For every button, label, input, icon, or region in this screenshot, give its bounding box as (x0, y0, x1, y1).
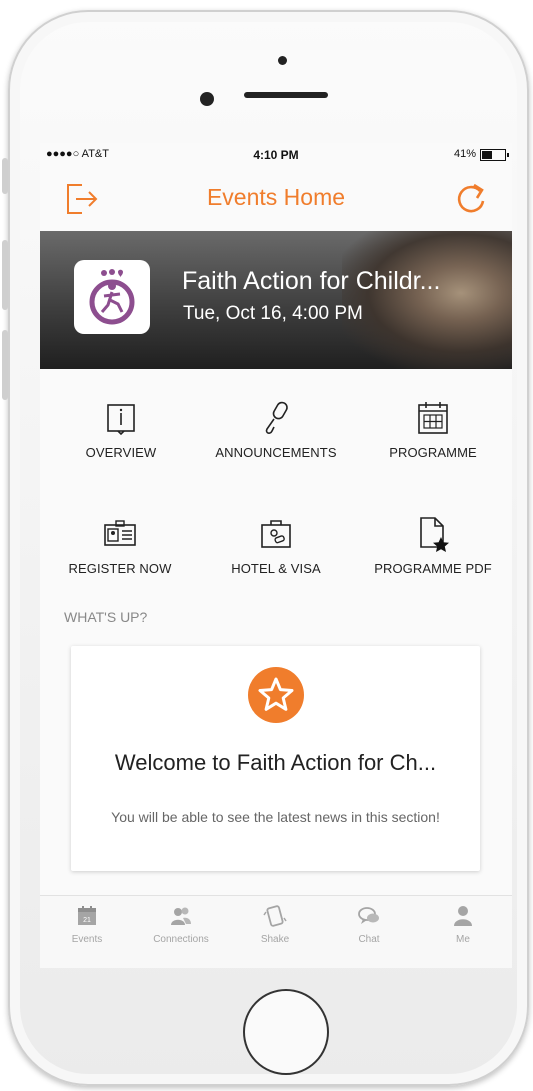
news-card-title: Welcome to Faith Action for Ch... (114, 750, 437, 775)
menu-programme-pdf[interactable]: PROGRAMME PDF (358, 515, 508, 576)
tab-events[interactable]: 21 Events (40, 904, 134, 945)
tab-connections-label: Connections (153, 934, 209, 945)
battery-icon (480, 149, 509, 161)
tab-shake-label: Shake (260, 934, 290, 945)
menu-programme-label: PROGRAMME (389, 445, 477, 460)
menu-hotel-visa[interactable]: HOTEL & VISA (218, 515, 334, 576)
menu-hotel-visa-label: HOTEL & VISA (231, 561, 321, 576)
menu-register-now[interactable]: REGISTER NOW (56, 515, 184, 576)
pdf-star-icon (420, 517, 449, 552)
clock: 4:10 PM (253, 148, 299, 162)
refresh-icon[interactable] (450, 179, 490, 219)
person-icon (454, 906, 472, 926)
tab-me-label: Me (456, 934, 470, 945)
front-camera (200, 92, 214, 106)
shake-icon (263, 905, 287, 927)
chat-icon (358, 907, 379, 924)
volume-down-button (2, 330, 8, 400)
tab-chat-label: Chat (358, 934, 380, 945)
menu-programme[interactable]: PROGRAMME (378, 399, 488, 460)
menu-register-now-label: REGISTER NOW (68, 561, 172, 576)
id-card-icon (104, 520, 136, 546)
svg-text:21: 21 (83, 917, 91, 924)
tab-chat[interactable]: Chat (322, 904, 416, 945)
menu-overview[interactable]: OVERVIEW (78, 399, 164, 460)
event-date: Tue, Oct 16, 4:00 PM (183, 303, 363, 324)
page-title: Events Home (206, 184, 346, 210)
nav-bar: Events Home (40, 167, 512, 229)
whatsup-heading: WHAT'S UP? (64, 609, 148, 625)
microphone-icon (265, 401, 288, 434)
menu-announcements-label: ANNOUNCEMENTS (215, 445, 337, 460)
event-banner[interactable]: Faith Action for Childr... Tue, Oct 16, … (40, 231, 512, 369)
mute-switch (2, 158, 8, 194)
news-card-body: You will be able to see the latest news … (111, 809, 440, 825)
tab-me[interactable]: Me (416, 904, 510, 945)
battery-fill (482, 151, 492, 159)
tab-bar: 21 Events Connections Shake Chat Me (40, 895, 512, 968)
calendar-icon: 21 (78, 906, 96, 925)
sensor-dot (278, 56, 287, 65)
banner-photo (342, 231, 512, 369)
star-icon (248, 667, 304, 723)
tab-connections[interactable]: Connections (134, 904, 228, 945)
passport-icon (261, 520, 291, 548)
battery-percent: 41% (453, 148, 476, 160)
calendar-icon (418, 402, 448, 434)
event-title: Faith Action for Childr... (182, 267, 441, 295)
home-button[interactable] (243, 989, 329, 1075)
menu-overview-label: OVERVIEW (85, 445, 157, 460)
tab-events-label: Events (71, 934, 103, 945)
menu-announcements[interactable]: ANNOUNCEMENTS (200, 399, 352, 460)
app-screen: ●●●●○ AT&T 4:10 PM 41% Events Home Faith… (40, 143, 512, 968)
info-icon (107, 404, 135, 436)
news-card[interactable]: Welcome to Faith Action for Ch... You wi… (71, 646, 480, 871)
people-icon (171, 907, 191, 925)
status-bar: ●●●●○ AT&T 4:10 PM 41% (40, 143, 512, 165)
event-logo (74, 260, 150, 334)
earpiece-speaker (244, 92, 328, 98)
tab-shake[interactable]: Shake (228, 904, 322, 945)
volume-up-button (2, 240, 8, 310)
menu-programme-pdf-label: PROGRAMME PDF (374, 561, 492, 576)
